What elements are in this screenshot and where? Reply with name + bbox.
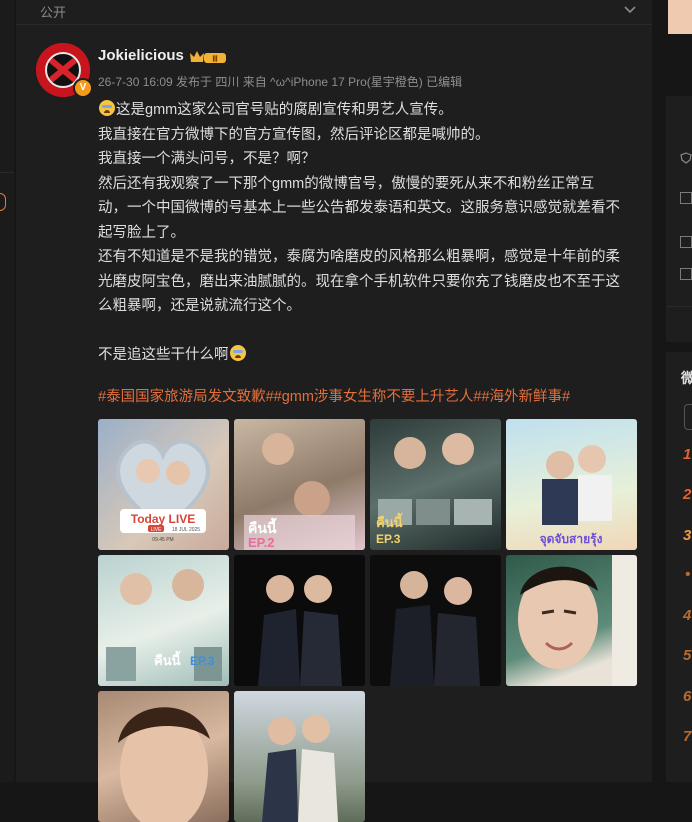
shield-icon[interactable]	[680, 152, 692, 164]
post-line: 我直接在官方微博下的官方宣传图，然后评论区都是喊帅的。	[98, 126, 490, 143]
photo-art: จุดจับสายรุ้ง	[540, 445, 612, 547]
hot-rank-number: 4	[683, 607, 692, 624]
photo-art	[262, 715, 338, 822]
visibility-label: 公开	[40, 5, 67, 20]
hot-rank-number: 3	[683, 527, 692, 544]
photo-thumbnail[interactable]: คืนนี้ EP.3	[98, 555, 229, 686]
post-line: 还有不知道是不是我的错觉，泰腐为啥磨皮的风格那么粗暴啊，感觉是十年前的柔	[98, 249, 620, 265]
hot-rank-number: 2	[683, 486, 692, 503]
hot-rank-number: 7	[683, 728, 692, 745]
photo-thumbnail[interactable]: Today LIVE LIVE 18 JUL 2025 09.45 PM	[98, 419, 229, 550]
hot-rank-number: 1	[683, 446, 692, 463]
sidebar-divider	[666, 306, 692, 307]
photo-art: คืนนี้ EP.3	[106, 569, 222, 681]
document-icon[interactable]	[680, 192, 692, 204]
photo-thumbnail[interactable]: คืนนี้ EP.2	[234, 419, 365, 550]
photo-art: คืนนี้ EP.3	[376, 433, 492, 546]
photo-thumbnail[interactable]: คืนนี้ EP.3	[370, 419, 501, 550]
post-line: 光磨皮阿宝色，磨出来油腻腻的。现在拿个手机软件只要你充了钱磨皮也不至于这	[98, 273, 620, 290]
right-sidebar	[666, 0, 692, 782]
crying-emoji-icon	[99, 100, 115, 116]
photo-thumbnail[interactable]	[234, 555, 365, 686]
left-gutter	[0, 0, 14, 782]
photo-art	[258, 575, 342, 686]
hot-rank-number: 6	[683, 688, 692, 705]
photo-thumbnail[interactable]: จุดจับสายรุ้ง	[506, 419, 637, 550]
hot-search-title: 微	[681, 370, 692, 386]
svg-text:คืนนี้: คืนนี้	[154, 650, 181, 669]
post-line: 这是gmm这家公司官号贴的腐剧宣传和男艺人宣传。	[98, 98, 643, 123]
photo-art: Today LIVE LIVE 18 JUL 2025 09.45 PM	[116, 439, 210, 543]
gutter-badge[interactable]	[0, 193, 6, 211]
hashtag-links[interactable]: #泰国国家旅游局发文致歉##gmm涉事女生称不要上升艺人##海外新鲜事#	[98, 385, 570, 406]
hot-search-refresh-button[interactable]	[684, 404, 692, 430]
svg-text:09.45 PM: 09.45 PM	[152, 537, 173, 543]
photo-art	[518, 555, 637, 686]
verified-badge-icon: V	[73, 78, 93, 98]
feed-card: 公开 V Jokielicious Ⅲ 26-7-30 16:09 发布于 四川…	[16, 0, 652, 822]
post-meta: 26-7-30 16:09 发布于 四川 来自 ^ω^iPhone 17 Pro…	[98, 75, 463, 89]
photo-grid: Today LIVE LIVE 18 JUL 2025 09.45 PM คืน…	[98, 419, 643, 822]
svg-text:EP.2: EP.2	[248, 535, 275, 550]
svg-text:LIVE: LIVE	[151, 527, 163, 533]
svg-text:Today LIVE: Today LIVE	[131, 512, 195, 526]
post-line: 么粗暴啊，还是说就流行这个。	[98, 298, 301, 314]
photo-art: คืนนี้ EP.2	[244, 433, 355, 550]
crying-emoji-icon	[229, 345, 246, 361]
author-name[interactable]: Jokielicious	[98, 47, 184, 64]
chevron-down-icon[interactable]	[622, 1, 638, 17]
photo-thumbnail[interactable]	[506, 555, 637, 686]
member-badge-label: Ⅲ	[212, 55, 218, 64]
svg-text:18 JUL 2025: 18 JUL 2025	[172, 527, 200, 533]
post-line: 动，一个中国微博的号基本上一些公告都发泰语和英文。这服务意识感觉就差看不	[98, 200, 620, 216]
photo-art	[118, 707, 210, 822]
visibility-bar[interactable]: 公开	[16, 0, 652, 25]
photo-art	[390, 571, 480, 686]
gutter-divider	[0, 172, 14, 173]
svg-text:จุดจับสายรุ้ง: จุดจับสายรุ้ง	[540, 532, 603, 547]
sidebar-panel	[666, 96, 692, 342]
photo-thumbnail[interactable]	[370, 555, 501, 686]
post-text: 这是gmm这家公司官号贴的腐剧宣传和男艺人宣传。 我直接在官方微博下的官方宣传图…	[98, 98, 643, 368]
hot-rank-bullet: •	[685, 566, 691, 583]
post-line: 起写脸上了。	[98, 224, 185, 241]
svg-text:EP.3: EP.3	[376, 532, 401, 546]
post-line: 然后还有我观察了一下那个gmm的微博官号，傲慢的要死从来不和粉丝正常互	[98, 175, 595, 192]
photo-thumbnail[interactable]	[98, 691, 229, 822]
hot-rank-number: 5	[683, 647, 692, 664]
svg-text:EP.3: EP.3	[190, 654, 215, 668]
list-icon[interactable]	[680, 268, 692, 280]
member-crown-badge-icon[interactable]: Ⅲ	[188, 49, 228, 65]
photo-thumbnail[interactable]	[234, 691, 365, 822]
post-line: 我直接一个满头问号，不是？啊？	[98, 151, 316, 167]
document-icon[interactable]	[680, 236, 692, 248]
post-line: 不是追这些干什么啊	[98, 343, 643, 368]
sidebar-banner[interactable]	[668, 0, 692, 34]
